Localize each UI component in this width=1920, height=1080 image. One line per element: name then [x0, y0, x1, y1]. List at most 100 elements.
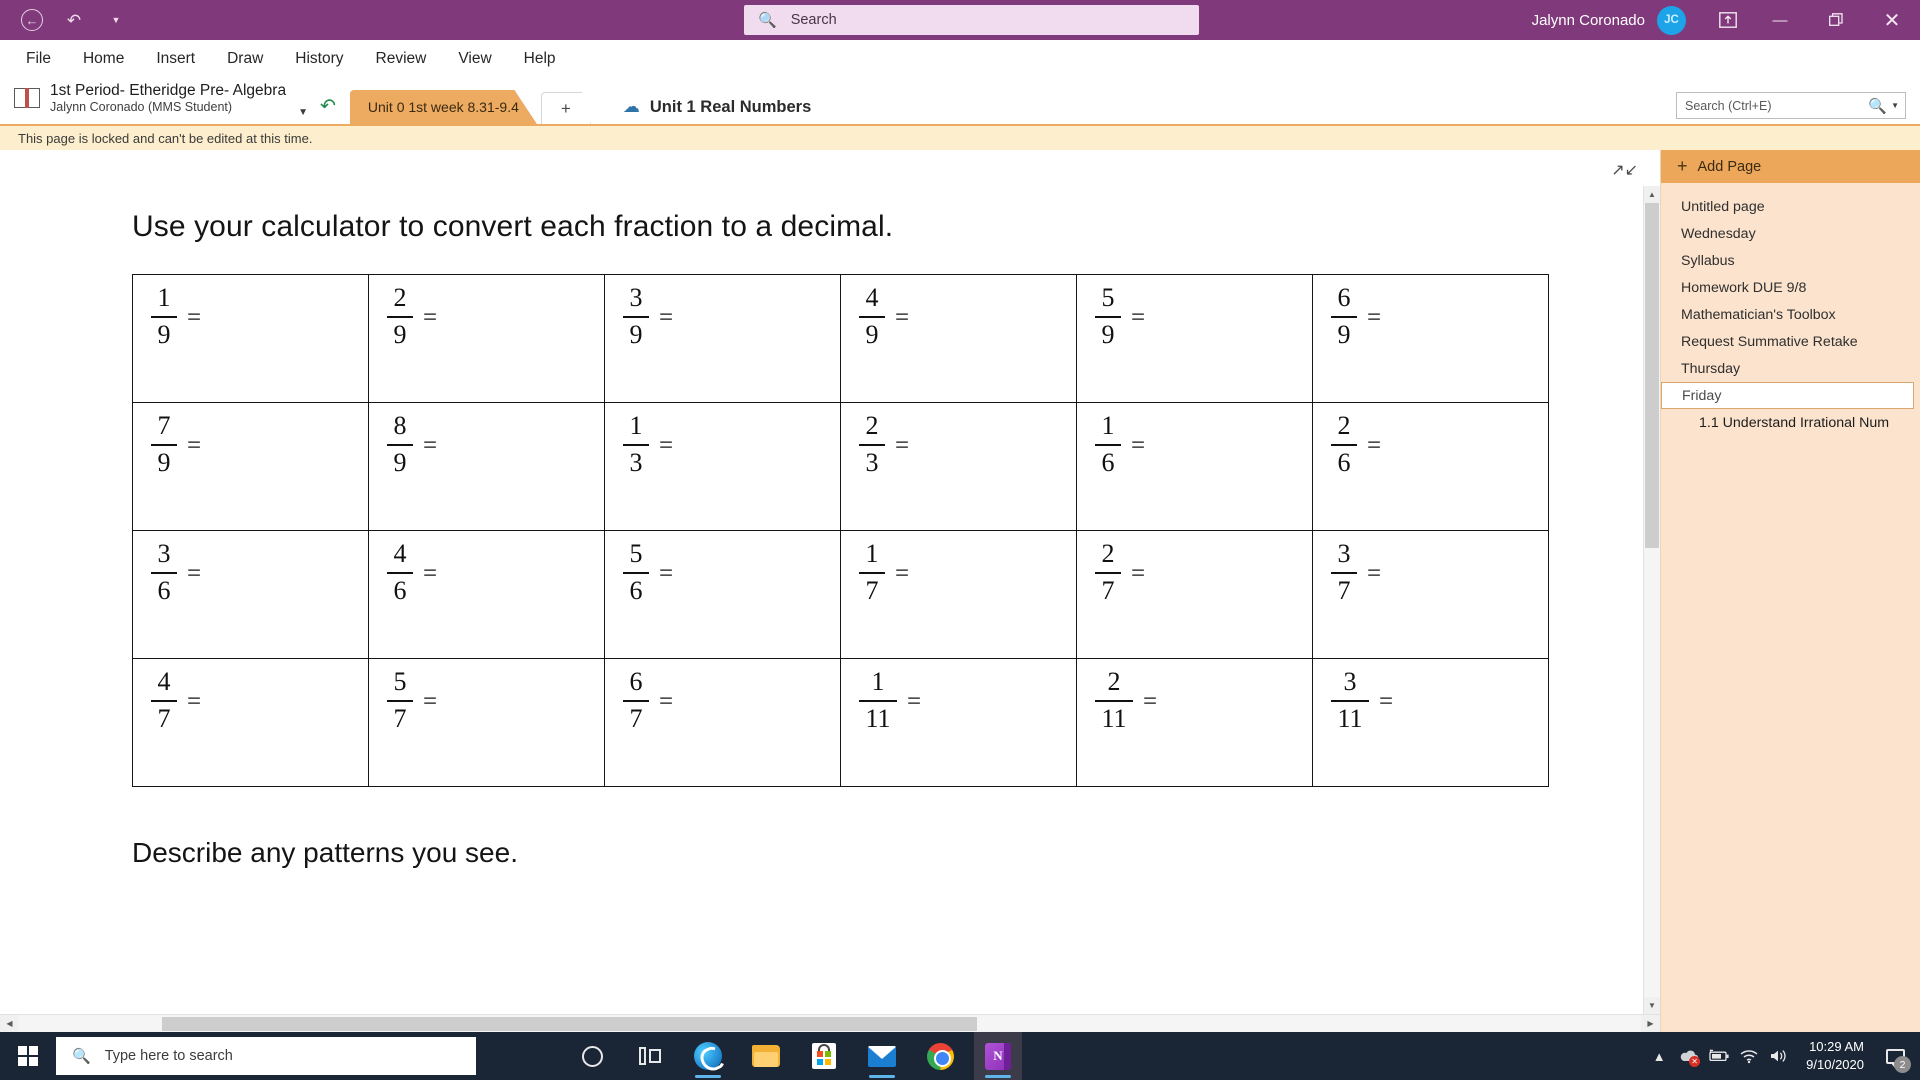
ribbon-tab-draw[interactable]: Draw	[213, 44, 277, 74]
add-section-button[interactable]: +	[540, 92, 591, 124]
fraction: 3 11	[1331, 669, 1369, 732]
fraction-cell[interactable]: 1 7 =	[840, 530, 1077, 659]
section-tab-unit0[interactable]: Unit 0 1st week 8.31-9.4	[349, 90, 537, 124]
equals-sign: =	[659, 431, 674, 459]
mail-icon[interactable]	[858, 1032, 906, 1080]
page-list-item[interactable]: 1.1 Understand Irrational Num	[1661, 409, 1920, 436]
fraction-numerator: 4	[393, 539, 407, 568]
page-list-item[interactable]: Request Summative Retake	[1661, 328, 1920, 355]
fraction: 36	[151, 541, 177, 604]
fraction-cell[interactable]: 1 3 =	[604, 402, 841, 531]
restore-button[interactable]	[1808, 0, 1864, 40]
scroll-right-arrow-icon[interactable]: ▶	[1641, 1014, 1660, 1033]
onenote-icon[interactable]: N	[974, 1032, 1022, 1080]
scroll-down-arrow-icon[interactable]: ▼	[1644, 997, 1660, 1014]
fraction: 13	[623, 413, 649, 476]
sync-icon[interactable]: ↶	[320, 95, 350, 124]
fraction-cell[interactable]: 7 9 =	[132, 402, 369, 531]
fraction: 39	[623, 285, 649, 348]
fraction-cell[interactable]: 4 7 =	[132, 658, 369, 787]
horizontal-scrollbar[interactable]: ◀ ▶	[0, 1014, 1660, 1033]
current-page-title-area: ☁ Unit 1 Real Numbers	[591, 97, 811, 124]
undo-icon[interactable]: ↶	[60, 6, 88, 34]
vertical-scrollbar[interactable]: ▲ ▼	[1643, 186, 1660, 1014]
taskbar-clock[interactable]: 10:29 AM 9/10/2020	[1794, 1038, 1878, 1073]
ribbon-tab-history[interactable]: History	[281, 44, 357, 74]
fraction-cell[interactable]: 2 9 =	[368, 274, 605, 403]
page-title: Unit 1 Real Numbers	[649, 97, 812, 116]
page-list-item[interactable]: Thursday	[1661, 355, 1920, 382]
microsoft-store-icon[interactable]	[800, 1032, 848, 1080]
equals-sign: =	[1143, 687, 1158, 715]
page-list-item[interactable]: Friday	[1661, 382, 1914, 409]
avatar[interactable]: JC	[1657, 5, 1686, 35]
search-input[interactable]: 🔍 Search	[744, 5, 1199, 35]
fraction-cell[interactable]: 1 6 =	[1076, 402, 1313, 531]
add-page-button[interactable]: + Add Page	[1661, 150, 1920, 183]
file-explorer-icon[interactable]	[742, 1032, 790, 1080]
ribbon-tab-review[interactable]: Review	[362, 44, 441, 74]
fraction-cell[interactable]: 3 11 =	[1312, 658, 1549, 787]
show-hidden-icons-icon[interactable]: ▲	[1644, 1032, 1674, 1080]
notebook-selector[interactable]: 1st Period- Etheridge Pre- Algebra Jalyn…	[0, 78, 292, 124]
google-chrome-icon[interactable]	[916, 1032, 964, 1080]
fraction-cell[interactable]: 1 11 =	[840, 658, 1077, 787]
ribbon-tab-insert[interactable]: Insert	[142, 44, 209, 74]
fraction-table-body: 1 9 = 2 9 = 3 9 = 4 9 = 5 9 = 6 9 = 7 9 = 8 9 = 1 3 = 2 3 = 1 6 = 2 6 = 3 6 = 4…	[132, 274, 1549, 787]
fraction-cell[interactable]: 3 7 =	[1312, 530, 1549, 659]
fraction-cell[interactable]: 5 7 =	[368, 658, 605, 787]
scroll-up-arrow-icon[interactable]: ▲	[1644, 186, 1660, 203]
back-arrow-icon[interactable]: ←	[18, 6, 46, 34]
horizontal-scrollbar-thumb[interactable]	[162, 1017, 977, 1031]
chevron-down-icon[interactable]: ▼	[102, 6, 130, 34]
page-list-item[interactable]: Syllabus	[1661, 247, 1920, 274]
page-list-item[interactable]: Mathematician's Toolbox	[1661, 301, 1920, 328]
volume-icon[interactable]	[1764, 1032, 1794, 1080]
ribbon-display-options-icon[interactable]	[1704, 12, 1752, 28]
minimize-button[interactable]: —	[1752, 0, 1808, 40]
taskbar-search-input[interactable]: 🔍 Type here to search	[56, 1037, 476, 1075]
fraction-cell[interactable]: 2 6 =	[1312, 402, 1549, 531]
scroll-left-arrow-icon[interactable]: ◀	[0, 1014, 19, 1033]
fraction-cell[interactable]: 6 7 =	[604, 658, 841, 787]
page-list-item[interactable]: Untitled page	[1661, 193, 1920, 220]
task-view-icon[interactable]	[626, 1032, 674, 1080]
battery-charging-icon[interactable]	[1704, 1032, 1734, 1080]
wifi-icon[interactable]	[1734, 1032, 1764, 1080]
fraction-cell[interactable]: 3 6 =	[132, 530, 369, 659]
ribbon-tab-help[interactable]: Help	[510, 44, 570, 74]
page-canvas[interactable]: ↗↙ Use your calculator to convert each f…	[0, 150, 1660, 1014]
fraction-cell[interactable]: 3 9 =	[604, 274, 841, 403]
page-search-input[interactable]: Search (Ctrl+E) 🔍 ▼	[1676, 92, 1906, 119]
page-list-item[interactable]: Wednesday	[1661, 220, 1920, 247]
expand-icon[interactable]: ↗↙	[1611, 160, 1638, 180]
fraction-cell[interactable]: 2 3 =	[840, 402, 1077, 531]
fraction-cell[interactable]: 5 9 =	[1076, 274, 1313, 403]
ribbon-tab-view[interactable]: View	[444, 44, 505, 74]
fraction-cell[interactable]: 4 6 =	[368, 530, 605, 659]
windows-start-icon[interactable]	[0, 1032, 56, 1080]
vertical-scrollbar-thumb[interactable]	[1645, 203, 1659, 548]
fraction-cell[interactable]: 6 9 =	[1312, 274, 1549, 403]
close-button[interactable]: ✕	[1864, 0, 1920, 40]
page-list-item[interactable]: Homework DUE 9/8	[1661, 274, 1920, 301]
fraction-cell[interactable]: 8 9 =	[368, 402, 605, 531]
chevron-down-icon[interactable]: ▼	[1891, 101, 1905, 110]
fraction-denominator: 9	[865, 320, 879, 349]
account-name[interactable]: Jalynn Coronado	[1532, 12, 1657, 29]
fraction-cell[interactable]: 4 9 =	[840, 274, 1077, 403]
fraction-cell[interactable]: 5 6 =	[604, 530, 841, 659]
fraction-bar	[387, 444, 413, 446]
fraction-cell[interactable]: 2 7 =	[1076, 530, 1313, 659]
chevron-down-icon[interactable]: ▼	[292, 107, 320, 124]
cortana-icon[interactable]	[568, 1032, 616, 1080]
fraction-cell[interactable]: 1 9 =	[132, 274, 369, 403]
fraction-cell[interactable]: 2 11 =	[1076, 658, 1313, 787]
microsoft-edge-icon[interactable]	[684, 1032, 732, 1080]
ribbon-tab-home[interactable]: Home	[69, 44, 138, 74]
action-center-icon[interactable]: 2	[1878, 1032, 1912, 1080]
search-icon[interactable]: 🔍	[1868, 97, 1891, 115]
ribbon-tab-file[interactable]: File	[12, 44, 65, 74]
onedrive-error-icon[interactable]: ✕	[1674, 1032, 1704, 1080]
fraction: 27	[1095, 541, 1121, 604]
